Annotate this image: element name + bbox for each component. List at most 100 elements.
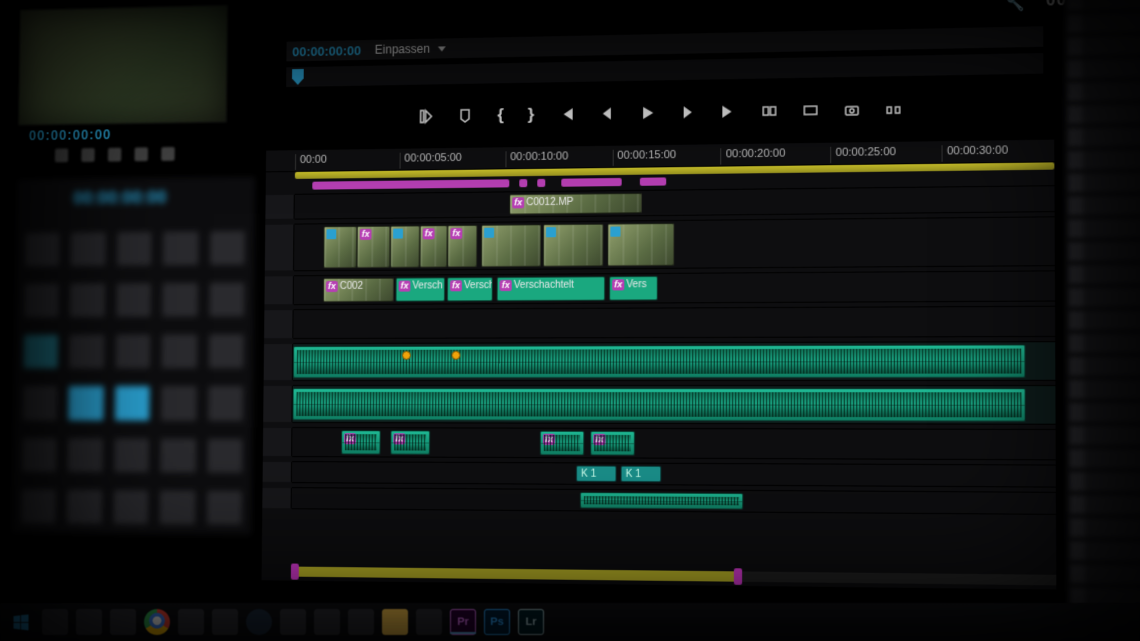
audio-track[interactable] [292,385,1055,425]
audio-clip[interactable]: fx [341,430,381,454]
track-header[interactable] [262,488,291,508]
taskbar-app-app-orange[interactable] [110,609,136,635]
taskbar-app-app-teal[interactable] [416,609,442,635]
mark-in-button[interactable] [418,108,434,124]
video-clip[interactable] [543,224,604,267]
video-clip[interactable]: fxC002 [323,278,394,302]
taskbar-app-app-grey-4[interactable] [348,609,374,635]
history-entry[interactable] [1067,12,1140,32]
taskbar-app-steam[interactable] [246,609,272,635]
history-entry[interactable] [1069,241,1140,260]
track-header[interactable] [263,386,293,422]
history-entry[interactable] [1068,35,1140,55]
history-entry[interactable] [1068,127,1140,147]
history-entry[interactable] [1070,449,1140,468]
track-header[interactable] [264,344,294,380]
audio-keyframe-icon[interactable] [402,351,411,360]
history-entry[interactable] [1070,518,1140,538]
history-entry[interactable] [1070,541,1140,561]
tool-icon[interactable] [55,148,68,162]
video-clip[interactable] [323,226,357,268]
taskbar-app-chrome[interactable] [144,609,170,635]
audio-track[interactable] [293,341,1056,381]
tool-icon[interactable] [134,147,148,161]
audio-clip[interactable] [293,344,1026,378]
taskbar-app-windows-start[interactable] [8,609,34,635]
sequence-marker-bar[interactable] [561,178,621,187]
go-to-out-button[interactable] [720,103,736,119]
audio-clip[interactable]: fx [390,430,430,454]
taskbar-app-task-view[interactable] [76,609,102,635]
play-button[interactable] [639,105,655,121]
tool-icon[interactable] [81,148,94,162]
video-track[interactable] [293,306,1055,339]
audio-clip[interactable] [292,388,1025,422]
video-clip[interactable]: fxC0012.MP [509,193,642,215]
history-entry[interactable] [1069,264,1140,283]
history-entry[interactable] [1068,58,1140,78]
history-entry[interactable] [1067,0,1140,10]
audio-clip[interactable]: K 1 [576,465,617,482]
video-clip[interactable]: fx [419,225,447,267]
windows-taskbar[interactable]: Pr Ps Lr [0,603,1140,641]
tool-icon[interactable] [161,147,175,161]
mark-in-icon[interactable]: { [497,105,504,125]
project-panel[interactable]: 00:00:00:00 [11,176,255,535]
video-clip[interactable] [607,223,674,266]
zoom-handle-left[interactable] [291,564,299,580]
history-entry[interactable] [1068,195,1140,215]
taskbar-app-app-grey-2[interactable] [280,609,306,635]
history-entry[interactable] [1068,104,1140,124]
history-entry[interactable] [1068,218,1140,238]
audio-clip[interactable]: K 1 [621,466,662,483]
sequence-marker-bar[interactable] [312,179,509,189]
video-clip[interactable]: fxVerschachtelt [497,276,606,301]
taskbar-app-lightroom[interactable]: Lr [518,609,544,635]
sequence-marker-bar[interactable] [640,177,666,185]
history-entry[interactable] [1070,495,1140,515]
history-entry[interactable] [1069,334,1140,353]
video-clip[interactable]: fxVers [609,276,658,301]
history-entry[interactable] [1068,150,1140,170]
track-header[interactable] [264,276,293,304]
sequence-marker-bar[interactable] [519,179,527,187]
track-header[interactable] [264,310,293,338]
taskbar-app-explorer[interactable] [382,609,408,635]
step-forward-button[interactable] [679,104,695,120]
taskbar-app-search[interactable] [42,609,68,635]
audio-clip[interactable]: fx [590,431,635,456]
history-entry[interactable] [1070,472,1140,491]
history-entry[interactable] [1068,173,1140,193]
video-track[interactable]: fxfxfx [294,216,1055,271]
history-entry[interactable] [1069,311,1140,330]
taskbar-app-whatsapp[interactable] [178,609,204,635]
history-entry[interactable] [1070,564,1140,584]
audio-keyframe-icon[interactable] [451,351,460,360]
tool-icon[interactable] [108,148,121,162]
video-clip[interactable]: fxVersch [447,277,493,301]
step-back-button[interactable] [598,105,614,121]
history-entry[interactable] [1068,81,1140,101]
overwrite-button[interactable] [802,102,818,119]
audio-clip[interactable]: fx [540,431,584,456]
insert-button[interactable] [761,103,777,120]
sequence-marker-bar[interactable] [537,179,545,187]
video-clip[interactable] [390,225,420,267]
playhead-icon[interactable] [292,69,304,85]
taskbar-app-photoshop[interactable]: Ps [484,609,510,635]
audio-track[interactable] [292,487,1056,515]
zoom-fit-dropdown[interactable]: Einpassen [375,41,446,56]
timeline-panel[interactable]: 00:0000:00:05:0000:00:10:0000:00:15:0000… [261,139,1058,591]
history-entry[interactable] [1069,357,1140,376]
track-header[interactable] [263,428,293,456]
settings-wrench-icon[interactable]: 🔧 [1007,0,1025,13]
track-header[interactable] [265,225,295,271]
add-marker-button[interactable] [457,108,473,124]
taskbar-app-app-grey-3[interactable] [314,609,340,635]
taskbar-app-premiere-pro[interactable]: Pr [450,609,476,635]
video-clip[interactable]: fxVersch [396,277,446,301]
track-header[interactable] [265,195,294,219]
history-entry[interactable] [1069,426,1140,445]
export-frame-button[interactable] [843,101,860,118]
video-track[interactable]: fxC0012.MP [294,185,1054,219]
